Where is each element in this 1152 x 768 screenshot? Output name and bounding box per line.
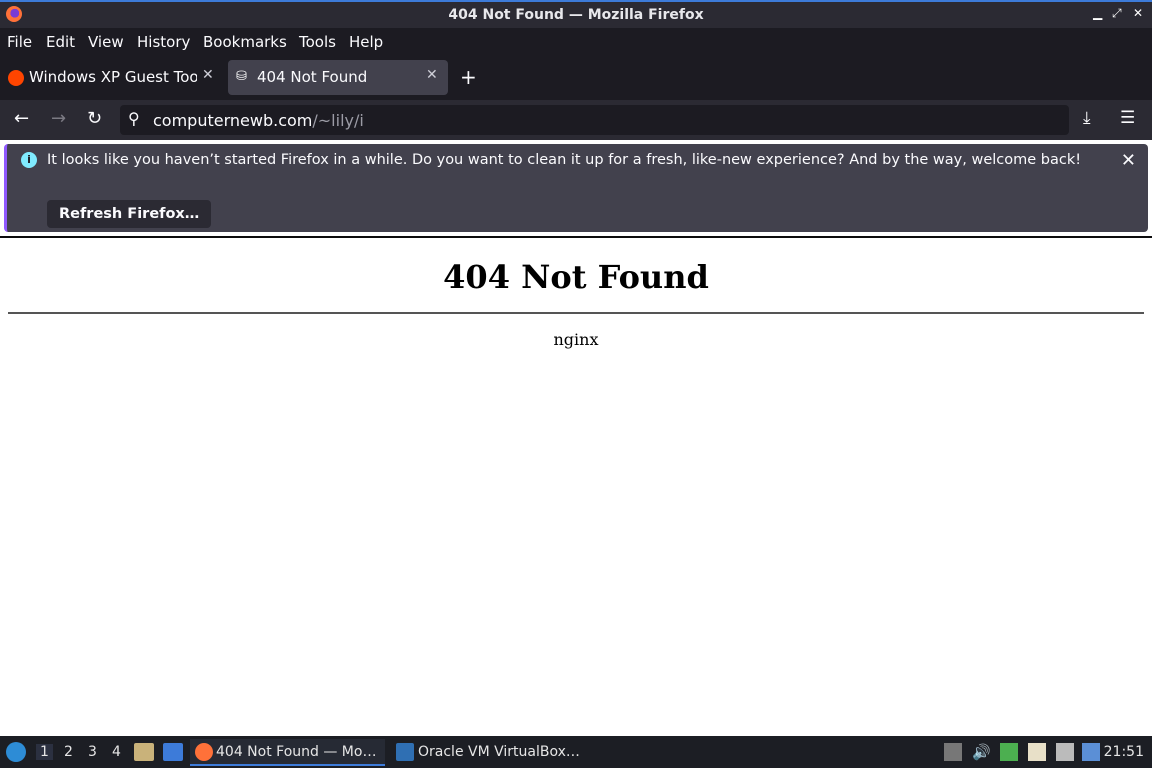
workspace-2[interactable]: 2 [64,744,73,760]
menu-edit[interactable]: Edit [46,33,75,51]
clock: 21:51 [1103,744,1144,760]
tab-404-not-found[interactable]: ⛁ 404 Not Found ✕ [228,60,448,95]
close-window-icon[interactable]: ✕ [1133,6,1143,20]
url-path: /~lily/i [312,111,364,130]
menu-view[interactable]: View [88,33,124,51]
maximize-icon[interactable]: ⤢ [1112,6,1122,21]
notification-icon[interactable] [1082,743,1100,761]
downloads-icon[interactable]: ⤓ [1083,108,1091,128]
close-tab-icon[interactable]: ✕ [202,67,214,83]
network-icon[interactable] [1056,743,1074,761]
server-name: nginx [553,330,599,349]
window-titlebar: 404 Not Found — Mozilla Firefox ▁ ⤢ ✕ [0,0,1152,28]
minimize-icon[interactable]: ▁ [1093,6,1102,20]
menu-bookmarks[interactable]: Bookmarks [203,33,287,51]
refresh-notification-bar: i It looks like you haven’t started Fire… [4,144,1148,232]
workspace-1[interactable]: 1 [36,744,53,760]
tab-strip: Windows XP Guest Too ✕ ⛁ 404 Not Found ✕… [0,56,1152,100]
menu-file[interactable]: File [7,33,32,51]
workspace-3[interactable]: 3 [88,744,97,760]
navigation-toolbar: ← → ↻ ⚲ computernewb.com/~lily/i ⤓ ☰ [0,100,1152,140]
firefox-icon [195,743,213,761]
reddit-icon [8,70,24,86]
tab-windows-xp-guest[interactable]: Windows XP Guest Too ✕ [0,60,222,95]
task-firefox[interactable]: 404 Not Found — Mo… [190,739,385,766]
menu-hamburger-icon[interactable]: ☰ [1120,108,1135,128]
workspace-4[interactable]: 4 [112,744,121,760]
window-title: 404 Not Found — Mozilla Firefox [448,7,704,23]
url-text[interactable]: computernewb.com/~lily/i [153,111,364,130]
page-content: 404 Not Found nginx [0,238,1152,736]
divider [8,312,1144,314]
new-tab-icon[interactable]: + [460,65,477,89]
menu-tools[interactable]: Tools [299,33,336,51]
page-heading: 404 Not Found [443,258,709,296]
close-notification-icon[interactable]: ✕ [1121,150,1136,171]
keyboard-layout-icon[interactable] [944,743,962,761]
notification-message: It looks like you haven’t started Firefo… [47,152,1082,168]
task-label: Oracle VM VirtualBox… [418,744,580,760]
virtualbox-icon [396,743,414,761]
page-icon: ⛁ [236,69,247,84]
close-tab-icon[interactable]: ✕ [426,67,438,83]
update-icon[interactable] [1000,743,1018,761]
menu-history[interactable]: History [137,33,190,51]
volume-icon[interactable]: 🔊 [972,743,991,761]
clipboard-icon[interactable] [1028,743,1046,761]
menubar: File Edit View History Bookmarks Tools H… [0,28,1152,56]
taskbar: 1 2 3 4 404 Not Found — Mo… Oracle VM Vi… [0,736,1152,768]
task-label: 404 Not Found — Mo… [216,744,377,760]
url-host: computernewb.com [153,111,313,130]
search-icon: ⚲ [128,109,140,128]
show-desktop-icon[interactable] [163,743,183,761]
start-menu-icon[interactable] [6,742,26,762]
info-icon: i [21,152,37,168]
refresh-firefox-button[interactable]: Refresh Firefox… [47,200,212,228]
url-bar[interactable]: ⚲ computernewb.com/~lily/i [120,105,1069,135]
tab-label: 404 Not Found [257,68,368,86]
task-virtualbox[interactable]: Oracle VM VirtualBox… [392,739,592,766]
menu-help[interactable]: Help [349,33,383,51]
back-icon[interactable]: ← [14,108,29,129]
forward-icon[interactable]: → [51,108,66,129]
file-manager-icon[interactable] [134,743,154,761]
tab-label: Windows XP Guest Too [29,68,197,86]
reload-icon[interactable]: ↻ [87,108,102,129]
